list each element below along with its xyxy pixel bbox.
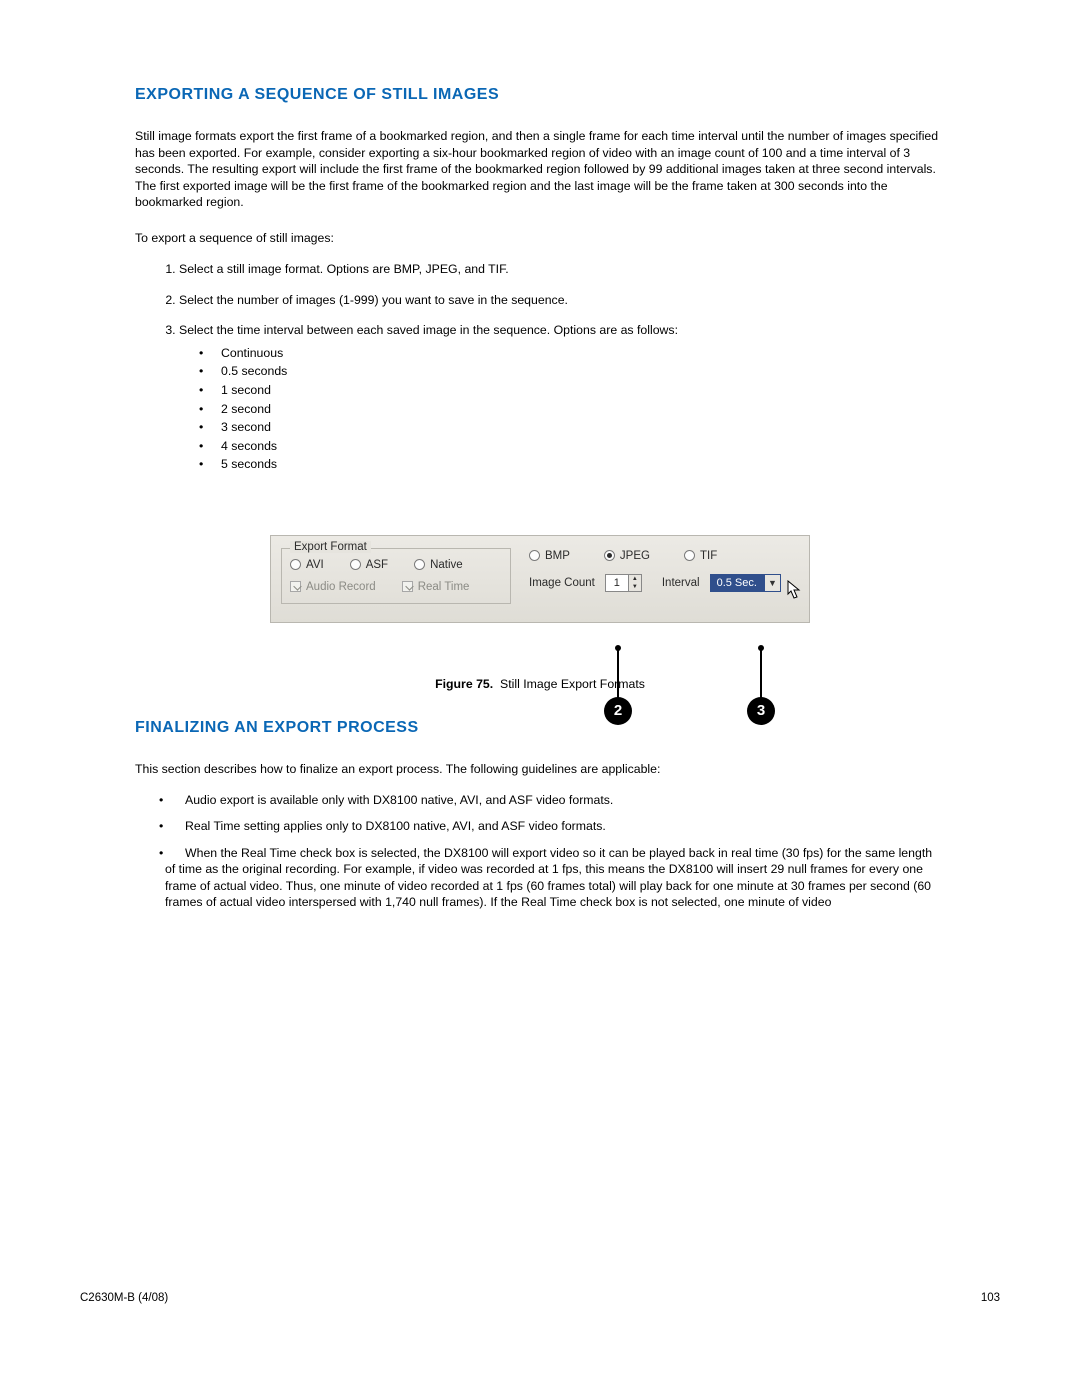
interval-2: 2 second bbox=[201, 401, 945, 418]
combo-dropdown-icon[interactable]: ▼ bbox=[765, 575, 780, 591]
heading-finalizing: FINALIZING AN EXPORT PROCESS bbox=[135, 719, 945, 737]
callout-3: 3 bbox=[747, 697, 775, 725]
right-radio-row: BMP JPEG TIF bbox=[529, 550, 789, 562]
left-check-row: Audio Record Real Time bbox=[290, 581, 502, 593]
interval-1: 1 second bbox=[201, 382, 945, 399]
finalize-intro: This section describes how to finalize a… bbox=[135, 761, 945, 778]
interval-continuous: Continuous bbox=[201, 345, 945, 362]
footer-left: C2630M-B (4/08) bbox=[80, 1292, 168, 1304]
radio-asf-label: ASF bbox=[366, 559, 388, 571]
finalize-bullets: Audio export is available only with DX81… bbox=[135, 792, 945, 912]
export-format-panel: Export Format AVI ASF Native Audio Recor… bbox=[270, 535, 810, 623]
radio-tif[interactable]: TIF bbox=[684, 550, 717, 562]
radio-tif-label: TIF bbox=[700, 550, 717, 562]
interval-value: 0.5 Sec. bbox=[711, 575, 763, 591]
right-controls-row: Image Count 1 ▲▼ Interval 0.5 Sec. ▼ bbox=[529, 574, 789, 592]
figure-75: 1 Export Format AVI ASF Native Audio Rec… bbox=[270, 535, 810, 623]
interval-combo[interactable]: 0.5 Sec. ▼ bbox=[710, 574, 781, 592]
right-pane: BMP JPEG TIF Image Count 1 ▲▼ Interval 0… bbox=[529, 548, 789, 592]
radio-jpeg-label: JPEG bbox=[620, 550, 650, 562]
interval-label: Interval bbox=[662, 577, 700, 589]
image-count-spinner[interactable]: 1 ▲▼ bbox=[605, 574, 642, 592]
bullet-realtime-applies: Real Time setting applies only to DX8100… bbox=[165, 818, 945, 835]
radio-bmp[interactable]: BMP bbox=[529, 550, 570, 562]
callout-2: 2 bbox=[604, 697, 632, 725]
interval-options: Continuous 0.5 seconds 1 second 2 second… bbox=[179, 345, 945, 473]
lead-paragraph: To export a sequence of still images: bbox=[135, 231, 945, 245]
page-footer: C2630M-B (4/08) 103 bbox=[80, 1292, 1000, 1304]
group-legend: Export Format bbox=[290, 541, 371, 553]
step-3: Select the time interval between each sa… bbox=[179, 322, 945, 473]
interval-5: 5 seconds bbox=[201, 456, 945, 473]
step-2: Select the number of images (1-999) you … bbox=[179, 292, 945, 309]
step-1: Select a still image format. Options are… bbox=[179, 261, 945, 278]
image-count-value: 1 bbox=[606, 575, 628, 591]
radio-bmp-label: BMP bbox=[545, 550, 570, 562]
spin-up-icon[interactable]: ▲ bbox=[628, 575, 641, 583]
export-format-groupbox: Export Format AVI ASF Native Audio Recor… bbox=[281, 548, 511, 604]
radio-avi[interactable]: AVI bbox=[290, 559, 324, 571]
callout-2-line bbox=[617, 648, 619, 698]
footer-right: 103 bbox=[981, 1292, 1000, 1304]
spinner-buttons[interactable]: ▲▼ bbox=[628, 575, 641, 591]
radio-jpeg[interactable]: JPEG bbox=[604, 550, 650, 562]
check-audio-label: Audio Record bbox=[306, 581, 376, 593]
figure-caption-text: Still Image Export Formats bbox=[500, 677, 645, 691]
check-realtime-label: Real Time bbox=[418, 581, 470, 593]
check-real-time[interactable]: Real Time bbox=[402, 581, 470, 593]
radio-native[interactable]: Native bbox=[414, 559, 463, 571]
callout-3-line bbox=[760, 648, 762, 698]
radio-asf[interactable]: ASF bbox=[350, 559, 388, 571]
interval-4: 4 seconds bbox=[201, 438, 945, 455]
intro-paragraph: Still image formats export the first fra… bbox=[135, 128, 945, 211]
cursor-icon bbox=[787, 580, 803, 600]
interval-3: 3 second bbox=[201, 419, 945, 436]
interval-0-5: 0.5 seconds bbox=[201, 363, 945, 380]
spin-down-icon[interactable]: ▼ bbox=[628, 583, 641, 591]
bullet-audio: Audio export is available only with DX81… bbox=[165, 792, 945, 809]
bullet-realtime-explain: When the Real Time check box is selected… bbox=[165, 845, 945, 911]
check-audio-record[interactable]: Audio Record bbox=[290, 581, 376, 593]
left-radio-row: AVI ASF Native bbox=[290, 559, 502, 571]
step-3-text: Select the time interval between each sa… bbox=[179, 323, 678, 337]
figure-caption: Figure 75. Still Image Export Formats bbox=[135, 677, 945, 691]
heading-exporting: EXPORTING A SEQUENCE OF STILL IMAGES bbox=[135, 86, 945, 104]
radio-native-label: Native bbox=[430, 559, 463, 571]
figure-caption-label: Figure 75. bbox=[435, 677, 493, 691]
steps-list: Select a still image format. Options are… bbox=[135, 261, 945, 473]
radio-avi-label: AVI bbox=[306, 559, 324, 571]
image-count-label: Image Count bbox=[529, 577, 595, 589]
